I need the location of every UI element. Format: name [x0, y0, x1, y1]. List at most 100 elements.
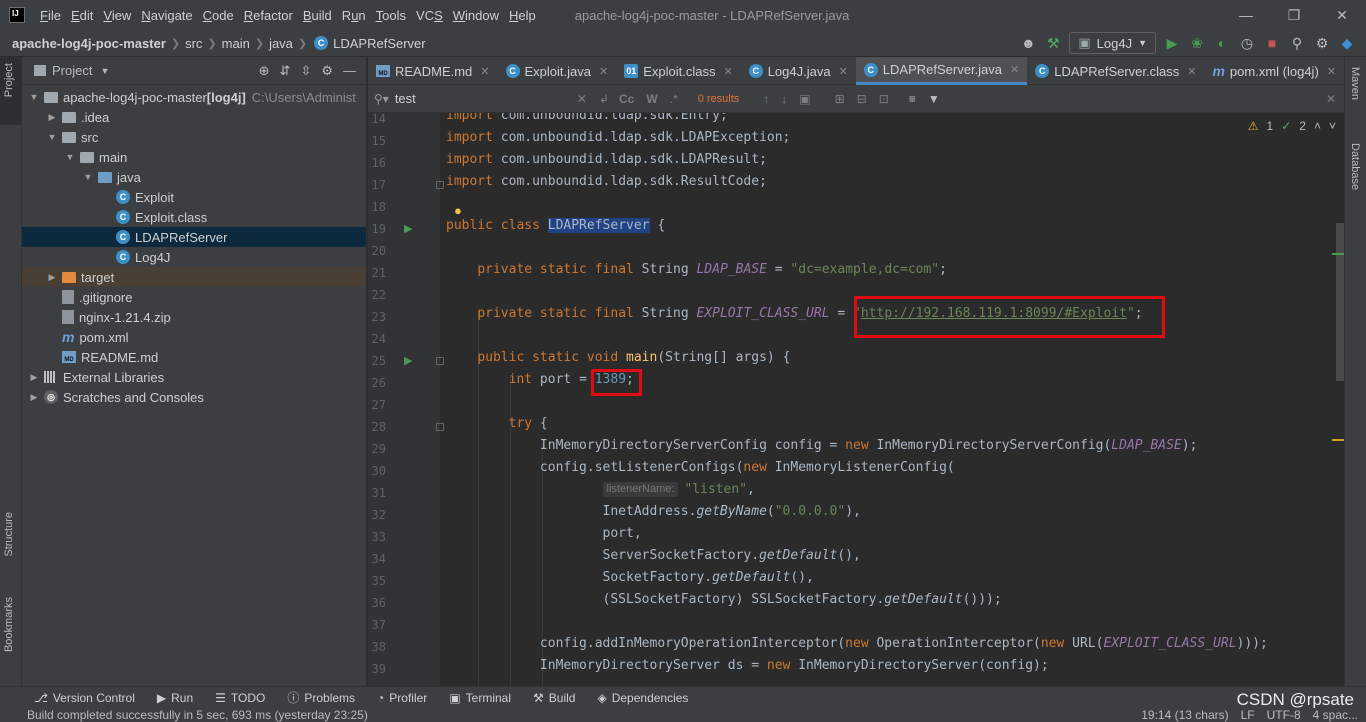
tree-item[interactable]: MD README.md: [22, 347, 366, 367]
new-line-icon[interactable]: ↲: [599, 92, 609, 106]
regex-toggle[interactable]: .*: [670, 92, 678, 106]
tool-window-profiler[interactable]: ◔ Profiler: [377, 691, 427, 705]
tree-item[interactable]: ▶ target: [22, 267, 366, 287]
tool-window-run[interactable]: ▶ Run: [157, 691, 193, 705]
fold-marker-icon[interactable]: [436, 181, 444, 189]
chevron-down-icon[interactable]: ▼: [64, 152, 76, 162]
close-icon[interactable]: ✕: [1318, 7, 1366, 24]
stop-icon[interactable]: ■: [1263, 34, 1281, 52]
database-tool-button[interactable]: Database: [1349, 143, 1361, 190]
close-icon[interactable]: ✕: [480, 65, 489, 78]
select-all-icon[interactable]: ▣: [799, 92, 810, 106]
line-separator[interactable]: LF: [1241, 708, 1255, 722]
profile-icon[interactable]: ◷: [1238, 34, 1256, 52]
restore-icon[interactable]: ❐: [1270, 7, 1318, 24]
close-icon[interactable]: ✕: [839, 65, 848, 78]
chevron-down-icon[interactable]: ▼: [100, 66, 109, 76]
tree-item[interactable]: ▶ .idea: [22, 107, 366, 127]
project-tool-button[interactable]: Project: [3, 63, 15, 97]
breadcrumb-main[interactable]: main: [222, 36, 250, 51]
tool-window-problems[interactable]: ⓘ Problems: [287, 689, 355, 706]
menu-vcs[interactable]: VCS: [411, 8, 448, 23]
debug-icon[interactable]: ❀: [1188, 34, 1206, 52]
chevron-down-icon[interactable]: ▼: [28, 92, 40, 102]
chevron-down-icon[interactable]: ▼: [46, 132, 58, 142]
collapse-all-icon[interactable]: ⇳: [300, 63, 311, 79]
breadcrumb-project[interactable]: apache-log4j-poc-master: [12, 36, 166, 51]
close-icon[interactable]: ✕: [1187, 65, 1196, 78]
tree-item[interactable]: m pom.xml: [22, 327, 366, 347]
search-icon[interactable]: ⚲: [1288, 34, 1306, 52]
menu-view[interactable]: View: [98, 8, 136, 23]
structure-tool-button[interactable]: Structure: [3, 512, 15, 557]
tool-window-terminal[interactable]: ▣ Terminal: [449, 691, 511, 705]
bookmarks-tool-button[interactable]: Bookmarks: [3, 597, 15, 652]
tree-item[interactable]: ▼ main: [22, 147, 366, 167]
filter-icon[interactable]: ▼: [928, 92, 940, 106]
menu-code[interactable]: Code: [198, 8, 239, 23]
tree-item[interactable]: C Exploit: [22, 187, 366, 207]
toolbox-icon[interactable]: ◆: [1338, 34, 1356, 52]
file-encoding[interactable]: UTF-8: [1267, 708, 1301, 722]
tree-item[interactable]: ▼ java: [22, 167, 366, 187]
editor-tab[interactable]: m pom.xml (log4j) ✕: [1204, 57, 1344, 85]
fold-marker-icon[interactable]: [436, 423, 444, 431]
menu-refactor[interactable]: Refactor: [239, 8, 298, 23]
run-configuration-select[interactable]: ▣ Log4J ▼: [1069, 32, 1156, 54]
editor-tab[interactable]: 01 Exploit.class ✕: [616, 57, 740, 85]
menu-run[interactable]: Run: [337, 8, 371, 23]
chevron-down-icon[interactable]: ˅: [1329, 119, 1336, 133]
tree-item[interactable]: .gitignore: [22, 287, 366, 307]
format-icon[interactable]: ≡: [909, 92, 916, 106]
indent-setting[interactable]: 4 spac...: [1313, 708, 1358, 722]
minimize-icon[interactable]: —: [1222, 7, 1270, 24]
user-icon[interactable]: ☻: [1019, 34, 1037, 52]
lightbulb-icon[interactable]: ●: [454, 203, 462, 218]
maven-tool-button[interactable]: Maven: [1349, 67, 1361, 100]
locate-icon[interactable]: ⊕: [259, 63, 270, 79]
tree-item[interactable]: ▼ apache-log4j-poc-master [log4j] C:\Users…: [22, 87, 366, 107]
tree-item[interactable]: C LDAPRefServer: [22, 227, 366, 247]
caret-position[interactable]: 19:14 (13 chars): [1141, 708, 1228, 722]
chevron-up-icon[interactable]: ˄: [1314, 119, 1321, 133]
code-editor[interactable]: 14 15 16 17 18 19 ▶ 20 21 22 23 24 25 ▶ 26 27 28 29 30 31 32…: [368, 113, 1344, 686]
find-input[interactable]: [394, 91, 571, 106]
tool-window-dependencies[interactable]: ◈ Dependencies: [597, 691, 688, 705]
project-panel-title[interactable]: Project: [52, 63, 92, 78]
breadcrumb-src[interactable]: src: [185, 36, 202, 51]
gear-icon[interactable]: ⚙: [321, 63, 333, 79]
menu-file[interactable]: File: [35, 8, 66, 23]
close-icon[interactable]: ✕: [723, 65, 732, 78]
status-message[interactable]: Build completed successfully in 5 sec, 6…: [27, 708, 368, 722]
tree-item[interactable]: ▼ src: [22, 127, 366, 147]
tool-window-version-control[interactable]: ⎇ Version Control: [34, 691, 135, 705]
menu-edit[interactable]: Edit: [66, 8, 98, 23]
clear-search-icon[interactable]: ✕: [577, 92, 587, 106]
breadcrumb-java[interactable]: java: [269, 36, 293, 51]
tree-item[interactable]: ▶ ◎ Scratches and Consoles: [22, 387, 366, 407]
menu-tools[interactable]: Tools: [371, 8, 411, 23]
run-gutter-icon[interactable]: ▶: [404, 222, 412, 235]
tree-item[interactable]: C Log4J: [22, 247, 366, 267]
run-icon[interactable]: ▶: [1163, 34, 1181, 52]
editor-tab[interactable]: C Log4J.java ✕: [741, 57, 856, 85]
inspection-widget[interactable]: ⚠ 1 ✓ 2 ˄ ˅: [1248, 119, 1336, 133]
chevron-right-icon[interactable]: ▶: [46, 272, 58, 283]
chevron-right-icon[interactable]: ▶: [28, 372, 40, 383]
menu-build[interactable]: Build: [298, 8, 337, 23]
editor-tab[interactable]: MD README.md ✕: [368, 57, 498, 85]
breadcrumb-file[interactable]: LDAPRefServer: [333, 36, 425, 51]
menu-help[interactable]: Help: [504, 8, 541, 23]
editor-tab[interactable]: C LDAPRefServer.class ✕: [1027, 57, 1204, 85]
chevron-down-icon[interactable]: ▼: [82, 172, 94, 182]
expand-all-icon[interactable]: ⇵: [280, 63, 291, 79]
run-gutter-icon[interactable]: ▶: [404, 354, 412, 367]
tree-item[interactable]: nginx-1.21.4.zip: [22, 307, 366, 327]
select-all-occurrences-icon[interactable]: ⊡: [879, 92, 889, 106]
close-icon[interactable]: ✕: [1010, 63, 1019, 76]
chevron-right-icon[interactable]: ▶: [28, 392, 40, 403]
tree-item[interactable]: ▶ External Libraries: [22, 367, 366, 387]
menu-window[interactable]: Window: [448, 8, 504, 23]
editor-tab[interactable]: C Exploit.java ✕: [498, 57, 617, 85]
arrow-down-icon[interactable]: ↓: [781, 92, 787, 106]
